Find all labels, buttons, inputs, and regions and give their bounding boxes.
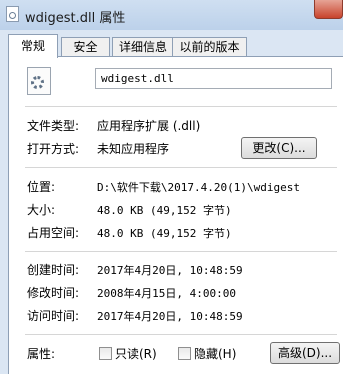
hidden-label: 隐藏(H) <box>194 347 237 361</box>
size-value: 48.0 KB (49,152 字节) <box>97 204 232 217</box>
file-type-value: 应用程序扩展 (.dll) <box>97 119 201 133</box>
location-value: D:\软件下载\2017.4.20(1)\wdigest <box>97 181 300 194</box>
readonly-checkbox[interactable] <box>99 347 112 360</box>
change-button[interactable]: 更改(C)... <box>241 137 317 159</box>
modified-label: 修改时间: <box>27 286 80 300</box>
advanced-button[interactable]: 高级(D)... <box>270 342 340 364</box>
tab-previous-versions[interactable]: 以前的版本 <box>172 37 247 57</box>
created-value: 2017年4月20日, 10:48:59 <box>97 264 243 277</box>
modified-value: 2008年4月15日, 4:00:00 <box>97 287 236 300</box>
hidden-checkbox[interactable] <box>178 347 191 360</box>
file-icon <box>6 6 19 22</box>
accessed-label: 访问时间: <box>27 309 80 323</box>
title-bar: wdigest.dll 属性 <box>0 0 343 30</box>
size-on-disk-label: 占用空间: <box>27 226 80 240</box>
file-name-field[interactable]: wdigest.dll <box>95 68 332 89</box>
close-button[interactable] <box>314 0 343 19</box>
tab-general[interactable]: 常规 <box>8 34 58 58</box>
attributes-label: 属性: <box>27 347 56 361</box>
tab-security[interactable]: 安全 <box>61 37 110 57</box>
opens-with-label: 打开方式: <box>27 142 80 156</box>
size-on-disk-value: 48.0 KB (49,152 字节) <box>97 227 232 240</box>
location-label: 位置: <box>27 180 56 194</box>
created-label: 创建时间: <box>27 263 80 277</box>
divider <box>25 106 337 107</box>
opens-with-value: 未知应用程序 <box>97 142 170 156</box>
window-title: wdigest.dll 属性 <box>25 11 126 26</box>
dll-gear-icon <box>27 67 51 95</box>
readonly-label: 只读(R) <box>115 347 157 361</box>
tab-details[interactable]: 详细信息 <box>112 37 174 57</box>
file-type-label: 文件类型: <box>27 119 80 133</box>
divider <box>25 167 337 168</box>
accessed-value: 2017年4月20日, 10:48:59 <box>97 310 243 323</box>
divider <box>25 251 337 252</box>
size-label: 大小: <box>27 203 56 217</box>
divider <box>25 334 337 335</box>
